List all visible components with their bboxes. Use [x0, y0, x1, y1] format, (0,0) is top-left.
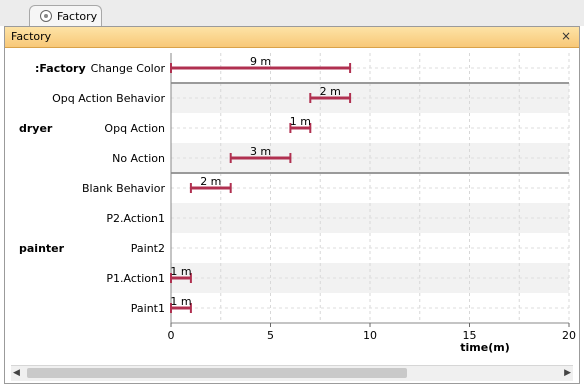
tab-factory[interactable]: Factory [29, 5, 102, 26]
x-tick-label: 5 [267, 329, 274, 342]
x-tick-label: 0 [168, 329, 175, 342]
row-label: Paint1 [131, 302, 165, 315]
group-label: :Factory [35, 62, 86, 75]
row-label: Opq Action Behavior [52, 92, 165, 105]
duration-label: 1 m [170, 265, 191, 278]
tab-strip: Factory [0, 0, 584, 26]
duration-label: 2 m [320, 85, 341, 98]
row-label: Change Color [91, 62, 166, 75]
close-icon[interactable]: × [561, 29, 571, 43]
row-label: Paint2 [131, 242, 165, 255]
x-tick-label: 10 [363, 329, 377, 342]
duration-label: 9 m [250, 55, 271, 68]
horizontal-scrollbar[interactable]: ◀ ▶ [11, 365, 573, 381]
duration-label: 1 m [170, 295, 191, 308]
row-label: Blank Behavior [82, 182, 166, 195]
scroll-left-icon[interactable]: ◀ [13, 368, 20, 378]
group-label: dryer [19, 122, 53, 135]
panel-title-bar: Factory × [5, 27, 579, 48]
gear-icon [40, 10, 52, 22]
row-label: Opq Action [104, 122, 165, 135]
duration-label: 3 m [250, 145, 271, 158]
group-label: painter [19, 242, 65, 255]
factory-panel: Factory × 0 5 10 15 20 time(m):Factory dryer pa… [4, 26, 580, 384]
duration-label: 2 m [200, 175, 221, 188]
duration-label: 1 m [290, 115, 311, 128]
panel-title: Factory [11, 30, 52, 43]
tab-label: Factory [57, 10, 98, 23]
x-axis-label: time(m) [460, 341, 509, 354]
scroll-right-icon[interactable]: ▶ [564, 368, 571, 378]
row-label: No Action [112, 152, 165, 165]
x-tick-label: 20 [562, 329, 576, 342]
scrollbar-thumb[interactable] [27, 368, 407, 378]
timing-chart: 0 5 10 15 20time(m):FactorydryerpainterChang… [19, 53, 576, 354]
row-label: P1.Action1 [106, 272, 165, 285]
row-label: P2.Action1 [106, 212, 165, 225]
